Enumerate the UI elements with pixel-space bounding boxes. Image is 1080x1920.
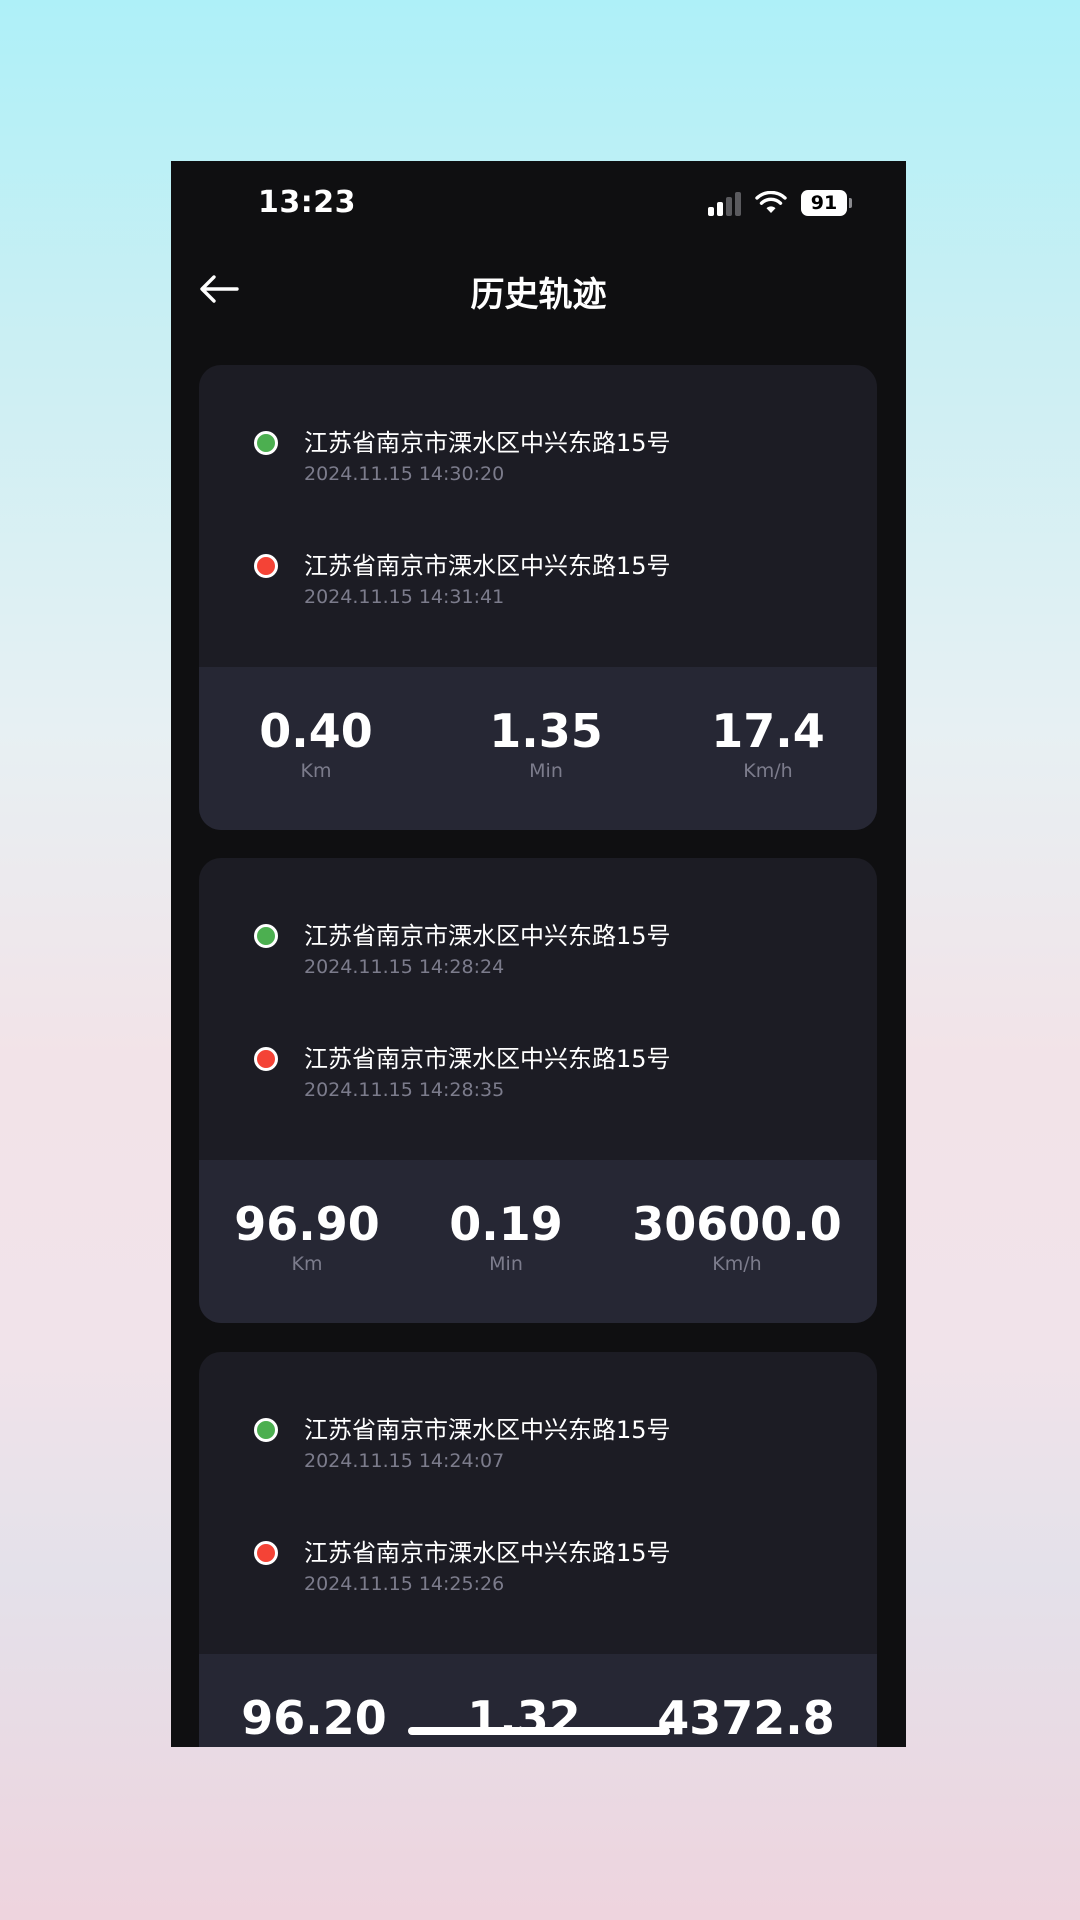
trip-end: 江苏省南京市溧水区中兴东路15号 2024.11.15 14:25:26 — [199, 1529, 877, 1609]
wifi-icon — [755, 191, 787, 213]
trip-card[interactable]: 江苏省南京市溧水区中兴东路15号 2024.11.15 14:28:24 江苏省… — [199, 858, 877, 1323]
trip-end: 江苏省南京市溧水区中兴东路15号 2024.11.15 14:28:35 — [199, 1035, 877, 1115]
trip-card[interactable]: 江苏省南京市溧水区中兴东路15号 2024.11.15 14:30:20 江苏省… — [199, 365, 877, 830]
duration-value: 1.32 — [467, 1691, 581, 1745]
start-dot-icon — [254, 1418, 278, 1442]
trip-start: 江苏省南京市溧水区中兴东路15号 2024.11.15 14:24:07 — [199, 1406, 877, 1486]
speed-value: 30600.0 — [632, 1197, 842, 1251]
duration-value: 1.35 — [489, 704, 603, 758]
speed-unit: Km/h — [712, 1253, 762, 1275]
start-dot-icon — [254, 924, 278, 948]
start-time: 2024.11.15 14:24:07 — [304, 1450, 505, 1472]
stat-distance: 96.20 — [199, 1692, 434, 1744]
end-address: 江苏省南京市溧水区中兴东路15号 — [304, 552, 671, 580]
trip-start: 江苏省南京市溧水区中兴东路15号 2024.11.15 14:30:20 — [199, 419, 877, 499]
stat-duration: 0.19 Min — [386, 1198, 626, 1276]
stat-speed: 4372.8 — [626, 1692, 866, 1744]
trip-stats: 0.40 Km 1.35 Min 17.4 Km/h — [199, 667, 877, 830]
stat-speed: 30600.0 Km/h — [617, 1198, 857, 1276]
distance-value: 96.20 — [241, 1691, 387, 1745]
status-time: 13:23 — [258, 185, 356, 220]
distance-unit: Km — [300, 760, 332, 782]
status-icons: 91 — [708, 188, 852, 218]
end-dot-icon — [254, 1541, 278, 1565]
speed-value: 4372.8 — [657, 1691, 835, 1745]
end-time: 2024.11.15 14:25:26 — [304, 1573, 505, 1595]
start-address: 江苏省南京市溧水区中兴东路15号 — [304, 922, 671, 950]
stat-duration: 1.32 — [404, 1692, 644, 1744]
end-address: 江苏省南京市溧水区中兴东路15号 — [304, 1539, 671, 1567]
speed-value: 17.4 — [711, 704, 825, 758]
speed-unit: Km/h — [743, 760, 793, 782]
trip-stats: 96.90 Km 0.19 Min 30600.0 Km/h — [199, 1160, 877, 1323]
duration-unit: Min — [529, 760, 563, 782]
trip-start: 江苏省南京市溧水区中兴东路15号 2024.11.15 14:28:24 — [199, 912, 877, 992]
home-indicator[interactable] — [408, 1727, 670, 1735]
stat-speed: 17.4 Km/h — [648, 705, 877, 783]
end-dot-icon — [254, 1047, 278, 1071]
cellular-signal-icon — [708, 190, 741, 216]
trip-end: 江苏省南京市溧水区中兴东路15号 2024.11.15 14:31:41 — [199, 542, 877, 622]
end-dot-icon — [254, 554, 278, 578]
start-dot-icon — [254, 431, 278, 455]
start-address: 江苏省南京市溧水区中兴东路15号 — [304, 1416, 671, 1444]
page-title: 历史轨迹 — [470, 275, 607, 315]
distance-value: 0.40 — [259, 704, 373, 758]
duration-value: 0.19 — [449, 1197, 563, 1251]
stat-duration: 1.35 Min — [426, 705, 666, 783]
battery-level: 91 — [801, 190, 847, 216]
start-time: 2024.11.15 14:28:24 — [304, 956, 505, 978]
start-address: 江苏省南京市溧水区中兴东路15号 — [304, 429, 671, 457]
battery-icon: 91 — [801, 190, 852, 216]
end-address: 江苏省南京市溧水区中兴东路15号 — [304, 1045, 671, 1073]
phone-screen: 13:23 91 历史轨迹 江苏省南京市溧水区中兴东路15号 2024.11.1… — [171, 161, 906, 1747]
stat-distance: 0.40 Km — [199, 705, 436, 783]
trip-card[interactable]: 江苏省南京市溧水区中兴东路15号 2024.11.15 14:24:07 江苏省… — [199, 1352, 877, 1747]
duration-unit: Min — [489, 1253, 523, 1275]
start-time: 2024.11.15 14:30:20 — [304, 463, 505, 485]
end-time: 2024.11.15 14:31:41 — [304, 586, 505, 608]
end-time: 2024.11.15 14:28:35 — [304, 1079, 505, 1101]
